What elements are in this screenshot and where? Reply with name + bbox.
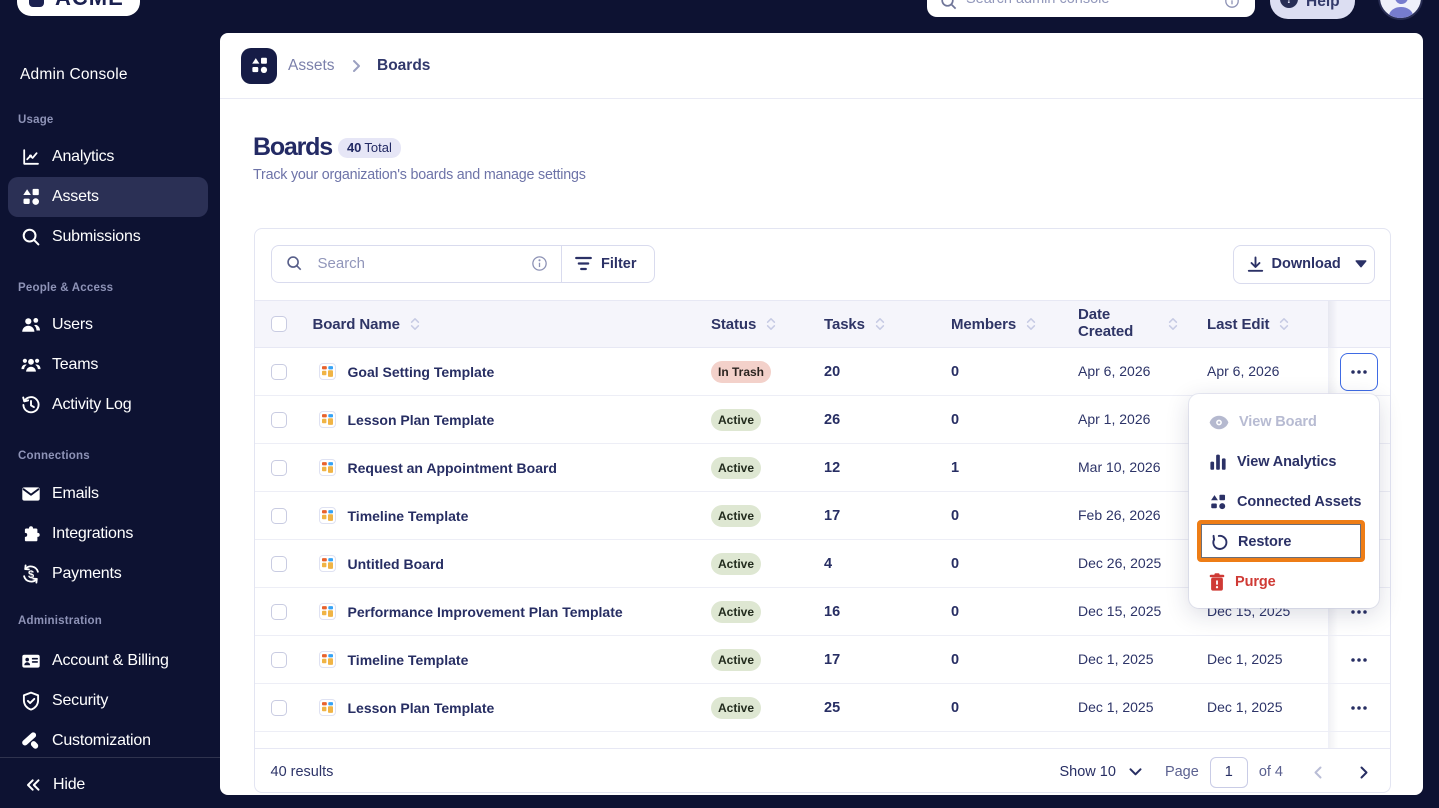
- svg-text:$: $: [28, 569, 34, 581]
